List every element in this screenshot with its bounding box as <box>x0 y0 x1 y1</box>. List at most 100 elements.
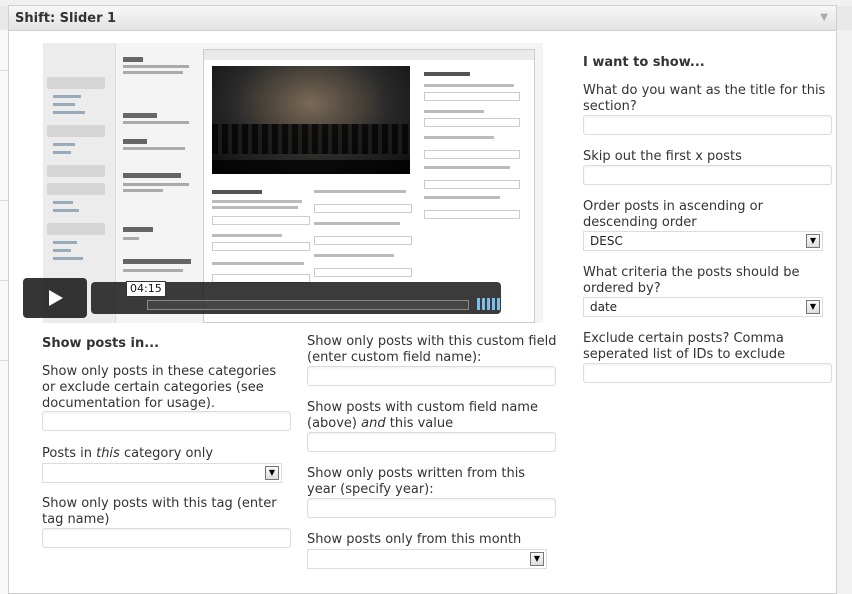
category-only-label-emphasis: this <box>96 446 120 461</box>
frame-heading <box>123 227 153 232</box>
frame-text <box>123 237 139 240</box>
frame-text <box>314 254 394 257</box>
frame-menu-line <box>53 151 71 154</box>
month-select[interactable]: ▼ <box>307 549 547 569</box>
category-only-label-text: category only <box>119 446 214 461</box>
fullscreen-icon[interactable]: ⤢ <box>518 296 534 312</box>
frame-text <box>314 222 400 225</box>
frame-menu-line <box>53 241 77 244</box>
frame-text <box>123 147 185 150</box>
month-label: Show posts only from this month <box>307 532 522 547</box>
bg-divider <box>0 70 8 71</box>
category-select[interactable]: ▼ <box>42 463 282 483</box>
frame-field <box>314 236 412 245</box>
frame-heading <box>424 72 470 76</box>
frame-heading <box>212 190 262 194</box>
custom-field-label: Show only posts with this custom field (… <box>307 334 557 365</box>
frame-text <box>123 65 189 68</box>
frame-heading <box>123 173 181 178</box>
video-progress-track[interactable] <box>147 300 469 310</box>
year-label: Show only posts written from this year (… <box>307 466 526 497</box>
collapse-arrow-icon[interactable]: ▼ <box>820 12 828 23</box>
dropdown-arrow-icon[interactable]: ▼ <box>806 300 820 314</box>
frame-text <box>424 84 514 87</box>
background-page-left <box>0 30 8 594</box>
frame-text <box>212 234 282 237</box>
i-want-to-show-heading: I want to show... <box>583 55 705 70</box>
order-label: Order posts in ascending or descending o… <box>583 199 763 230</box>
exclude-label: Exclude certain posts? Comma seperated l… <box>583 331 786 362</box>
frame-field <box>212 216 310 225</box>
background-page-right <box>837 30 852 594</box>
volume-bar <box>477 298 480 310</box>
categories-label: Show only posts in these categories or e… <box>42 364 277 411</box>
frame-text <box>123 183 189 186</box>
dialog-titlebar[interactable]: Shift: Slider 1 ▼ <box>9 6 836 31</box>
bg-divider <box>0 280 8 281</box>
dropdown-arrow-icon[interactable]: ▼ <box>806 234 820 248</box>
frame-field <box>424 210 520 219</box>
play-icon <box>49 290 63 306</box>
frame-heading <box>123 113 157 118</box>
video-play-button[interactable] <box>23 278 87 318</box>
volume-bar <box>492 298 495 310</box>
frame-field <box>424 180 520 189</box>
custom-field-input[interactable] <box>307 366 556 386</box>
video-thumbnail-photo <box>212 66 410 174</box>
frame-menu-block <box>47 125 105 137</box>
bg-divider <box>0 200 8 201</box>
order-select[interactable]: DESC ▼ <box>583 231 823 251</box>
dropdown-arrow-icon[interactable]: ▼ <box>530 552 544 566</box>
skip-posts-input[interactable] <box>583 165 832 185</box>
frame-menu-line <box>53 257 83 260</box>
frame-menu-block <box>47 77 105 89</box>
order-select-value: DESC <box>590 234 623 248</box>
frame-field <box>314 268 412 277</box>
dialog-title: Shift: Slider 1 <box>15 11 117 26</box>
frame-menu-line <box>53 111 85 114</box>
video-time: 04:15 <box>126 281 166 297</box>
frame-text <box>123 269 183 272</box>
frame-field <box>314 204 412 213</box>
criteria-label: What criteria the posts should be ordere… <box>583 265 800 296</box>
frame-text <box>424 196 500 199</box>
frame-text <box>123 189 163 192</box>
documentation-video[interactable] <box>43 43 543 323</box>
frame-field <box>212 242 310 251</box>
volume-bar <box>482 298 485 310</box>
categories-input[interactable] <box>42 411 291 431</box>
frame-heading <box>123 139 147 144</box>
criteria-select[interactable]: date ▼ <box>583 297 823 317</box>
frame-field <box>424 150 520 159</box>
skip-posts-label: Skip out the first x posts <box>583 149 742 164</box>
frame-text <box>212 262 304 265</box>
tag-label: Show only posts with this tag (enter tag… <box>42 496 277 527</box>
volume-bar <box>497 298 500 310</box>
bg-divider <box>0 360 8 361</box>
exclude-input[interactable] <box>583 363 832 383</box>
show-posts-in-heading: Show posts in... <box>42 336 160 351</box>
section-title-label: What do you want as the title for this s… <box>583 83 826 114</box>
frame-panel-head <box>204 50 534 60</box>
criteria-select-value: date <box>590 300 618 314</box>
volume-icon[interactable] <box>477 298 507 310</box>
custom-value-input[interactable] <box>307 432 556 452</box>
year-input[interactable] <box>307 498 556 518</box>
frame-text <box>123 121 189 124</box>
frame-menu-line <box>53 143 75 146</box>
photo-crowd <box>212 124 410 154</box>
photo-player-bar <box>212 160 410 174</box>
frame-field <box>424 118 520 127</box>
frame-menu-line <box>53 201 73 204</box>
frame-text <box>424 110 484 113</box>
frame-menu-block <box>47 183 105 195</box>
custom-value-label: Show posts with custom field name (above… <box>307 400 557 432</box>
frame-menu-line <box>53 249 71 252</box>
tag-input[interactable] <box>42 528 291 548</box>
frame-text <box>314 190 406 193</box>
section-title-input[interactable] <box>583 115 832 135</box>
frame-menu-line <box>53 103 75 106</box>
frame-heading <box>123 57 143 62</box>
frame-menu-line <box>53 95 81 98</box>
dropdown-arrow-icon[interactable]: ▼ <box>265 466 279 480</box>
